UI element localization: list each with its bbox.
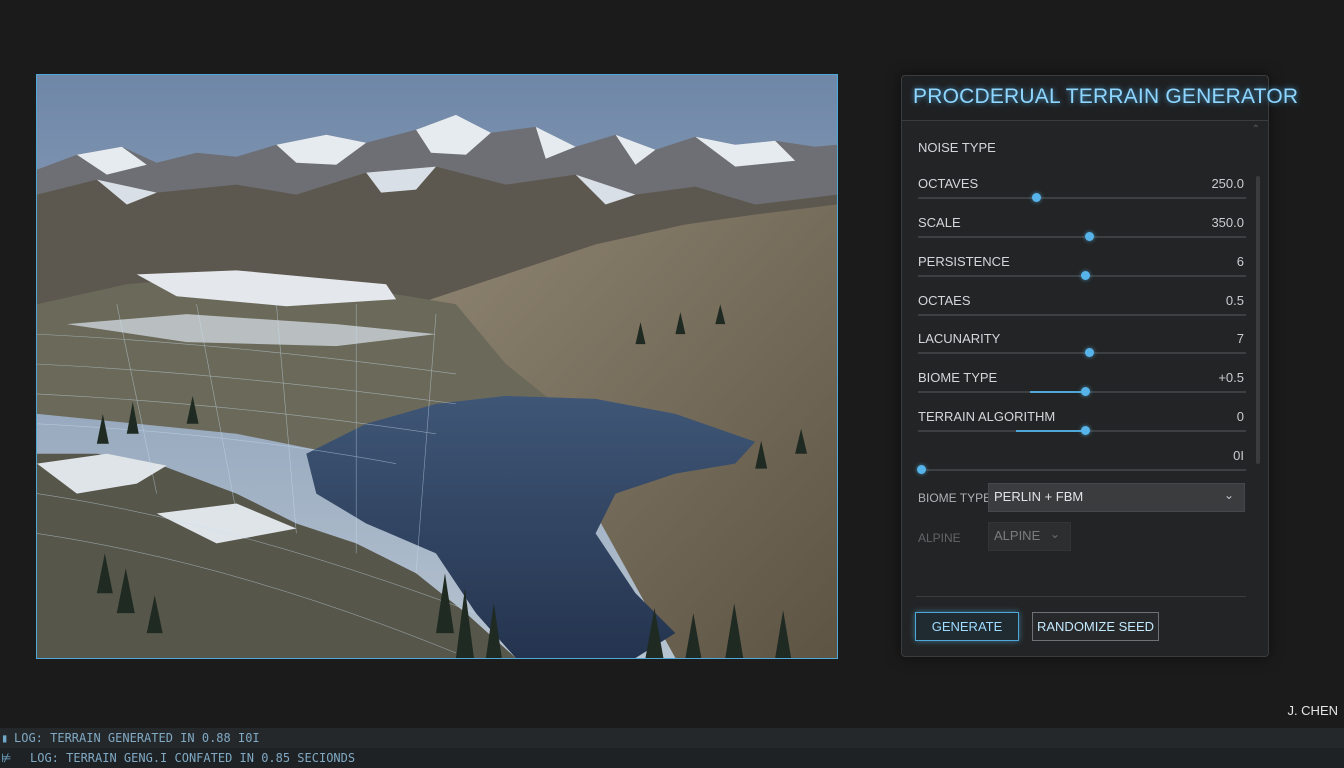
collapse-icon[interactable]: ⌃ xyxy=(1252,124,1260,135)
alpine-select[interactable]: ALPINE ⌄ xyxy=(988,522,1071,551)
panel-divider xyxy=(916,596,1246,597)
slider-label-scale-1: SCALE xyxy=(918,215,961,230)
slider-track-biome-type-5[interactable] xyxy=(918,387,1246,396)
slider-handle[interactable] xyxy=(1081,387,1091,396)
slider-label-persistence-2: PERSISTENCE xyxy=(918,254,1010,269)
panel-scrollbar[interactable] xyxy=(1256,176,1260,464)
terrain-render xyxy=(37,75,837,658)
slider-label-octaves-0: OCTAVES xyxy=(918,176,979,191)
log-marker-icon: ▮ xyxy=(1,731,9,745)
slider-fill xyxy=(1016,430,1086,432)
slider-handle[interactable] xyxy=(1032,193,1042,202)
slider-handle[interactable] xyxy=(917,465,927,474)
biome-type-selected-value: PERLIN + FBM xyxy=(994,489,1084,504)
author-label: J. CHEN xyxy=(1287,703,1338,718)
slider-value-lacunarity-4: 7 xyxy=(1236,331,1244,346)
slider-value-persistence-2: 6 xyxy=(1236,254,1244,269)
log-line-2: ⊭ LOG: TERRAIN GENG.I CONFATED IN 0.85 S… xyxy=(0,748,1344,768)
log-text: LOG: TERRAIN GENG.I CONFATED IN 0.85 SEC… xyxy=(30,751,356,765)
chevron-down-icon: ⌄ xyxy=(1049,527,1060,541)
slider-fill xyxy=(1029,391,1086,393)
slider-track-lacunarity-4[interactable] xyxy=(918,348,1246,357)
terrain-viewport[interactable] xyxy=(36,74,838,659)
log-line-1: ▮ LOG: TERRAIN GENERATED IN 0.88 I0I xyxy=(0,728,1344,748)
alpine-select-label: ALPINE xyxy=(918,531,961,545)
slider-handle[interactable] xyxy=(1081,426,1091,435)
panel-title: PROCDERUAL TERRAIN GENERATOR xyxy=(913,85,1299,108)
slider-value-biome-type-5: +0.5 xyxy=(1218,370,1244,385)
slider-handle[interactable] xyxy=(1084,232,1094,241)
slider-label-biome-type-5: BIOME TYPE xyxy=(918,370,998,385)
slider-track-octaves-0[interactable] xyxy=(918,193,1246,202)
panel-header: PROCDERUAL TERRAIN GENERATOR xyxy=(902,76,1298,121)
slider-track-persistence-2[interactable] xyxy=(918,271,1246,280)
slider-value-octaes-3: 0.5 xyxy=(1225,293,1244,308)
slider-handle[interactable] xyxy=(1081,271,1091,280)
slider-label-terrain-algorithm-6: TERRAIN ALGORITHM xyxy=(918,409,1056,424)
noise-type-label: NOISE TYPE xyxy=(918,140,996,155)
slider-label-octaes-3: OCTAES xyxy=(918,293,971,308)
slider-value-octaves-0: 250.0 xyxy=(1211,176,1244,191)
alpine-selected-value: ALPINE xyxy=(994,528,1041,543)
biome-type-select[interactable]: PERLIN + FBM ⌄ xyxy=(988,483,1245,512)
slider-track-octaes-3[interactable] xyxy=(918,314,1246,316)
slider-track-unlabeled-7[interactable] xyxy=(917,465,1246,474)
terminal-icon: ⊭ xyxy=(1,751,12,765)
terrain-generator-panel: PROCDERUAL TERRAIN GENERATOR ⌃ NOISE TYP… xyxy=(901,75,1298,657)
slider-value-terrain-algorithm-6: 0 xyxy=(1236,409,1244,424)
biome-type-select-label: BIOME TYPE xyxy=(918,491,992,505)
slider-handle[interactable] xyxy=(1084,348,1094,357)
slider-label-lacunarity-4: LACUNARITY xyxy=(918,331,1001,346)
log-text: LOG: TERRAIN GENERATED IN 0.88 I0I xyxy=(14,731,260,745)
slider-track-scale-1[interactable] xyxy=(918,232,1246,241)
randomize-seed-button[interactable]: RANDOMIZE SEED xyxy=(1032,612,1159,641)
slider-track-terrain-algorithm-6[interactable] xyxy=(918,426,1246,435)
chevron-down-icon: ⌄ xyxy=(1223,488,1234,502)
generate-button[interactable]: GENERATE xyxy=(915,612,1019,641)
slider-value-scale-1: 350.0 xyxy=(1211,215,1244,230)
slider-value-unlabeled-7: 0I xyxy=(1233,448,1244,463)
